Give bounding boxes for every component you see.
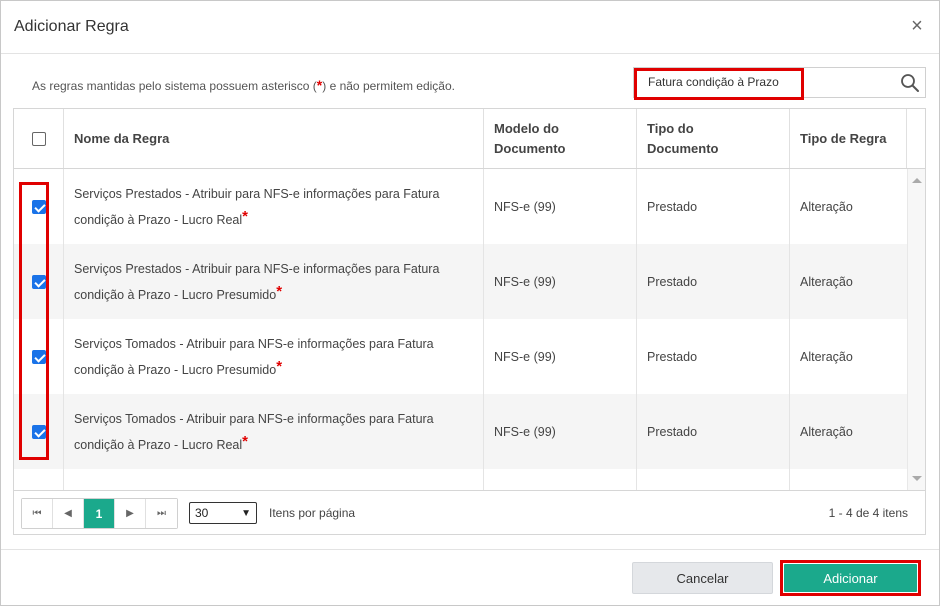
filler-cell — [484, 469, 637, 490]
add-button[interactable]: Adicionar — [784, 564, 917, 592]
footer-divider — [1, 549, 939, 550]
prev-page-icon[interactable]: ◀ — [53, 499, 84, 528]
item-count: 1 - 4 de 4 itens — [828, 506, 908, 520]
rule-name-line2: condição à Prazo - Lucro Real — [74, 212, 243, 227]
table-row[interactable]: Serviços Prestados - Atribuir para NFS-e… — [14, 169, 907, 244]
system-rule-asterisk: * — [276, 357, 283, 375]
add-rule-dialog: Adicionar Regra × As regras mantidas pel… — [0, 0, 940, 606]
system-rule-asterisk: * — [242, 207, 248, 225]
rule-name-line2: condição à Prazo - Lucro Real — [74, 437, 243, 452]
rule-name-line1: Serviços Tomados - Atribuir para NFS-e i… — [74, 411, 434, 426]
row-checkbox-cell — [14, 244, 64, 319]
rule-name-cell: Serviços Prestados - Atribuir para NFS-e… — [64, 244, 484, 319]
row-checkbox[interactable] — [31, 199, 46, 214]
rule-name-line2: condição à Prazo - Lucro Presumido — [74, 287, 277, 302]
info-text-before: As regras mantidas pelo sistema possuem … — [32, 79, 317, 93]
rule-name-line1: Serviços Prestados - Atribuir para NFS-e… — [74, 261, 440, 276]
doc-type-cell: Prestado — [637, 169, 790, 244]
rule-name-line1: Serviços Tomados - Atribuir para NFS-e i… — [74, 336, 434, 351]
model-cell: NFS-e (99) — [484, 169, 637, 244]
rule-name-cell: Serviços Tomados - Atribuir para NFS-e i… — [64, 394, 484, 469]
dialog-header: Adicionar Regra × — [1, 1, 939, 54]
doc-type-cell: Prestado — [637, 394, 790, 469]
cancel-button[interactable]: Cancelar — [632, 562, 773, 594]
chevron-down-icon: ▼ — [241, 508, 251, 519]
column-header-model-line2: Documento — [494, 140, 566, 156]
table-row[interactable]: Serviços Prestados - Atribuir para NFS-e… — [14, 244, 907, 319]
column-header-doc-type-line2: Documento — [647, 140, 719, 156]
model-cell: NFS-e (99) — [484, 319, 637, 394]
rule-type-cell: Alteração — [800, 199, 853, 214]
search-box — [633, 67, 926, 98]
empty-row-filler — [14, 469, 907, 490]
vertical-scrollbar[interactable] — [907, 169, 925, 490]
row-checkbox-cell — [14, 394, 64, 469]
table-row[interactable]: Serviços Tomados - Atribuir para NFS-e i… — [14, 319, 907, 394]
page-size-select[interactable]: 30 ▼ — [189, 502, 257, 524]
scroll-down-icon[interactable] — [912, 476, 922, 481]
column-header-name[interactable]: Nome da Regra — [64, 109, 484, 168]
pager: ⏮ ◀ 1 ▶ ⏭ 30 ▼ Itens por página 1 - 4 de… — [13, 491, 926, 535]
close-icon[interactable]: × — [907, 15, 927, 37]
rule-type-cell: Alteração — [800, 349, 853, 364]
scroll-up-icon[interactable] — [912, 178, 922, 183]
info-text: As regras mantidas pelo sistema possuem … — [32, 77, 455, 93]
select-all-checkbox[interactable] — [31, 131, 46, 146]
rules-grid: Nome da Regra Modelo do Documento Tipo do… — [13, 108, 926, 491]
last-page-icon[interactable]: ⏭ — [146, 499, 177, 528]
doc-type-cell: Prestado — [637, 319, 790, 394]
rule-name-cell: Serviços Prestados - Atribuir para NFS-e… — [64, 169, 484, 244]
row-checkbox-cell — [14, 319, 64, 394]
select-all-cell — [14, 109, 64, 168]
next-page-icon[interactable]: ▶ — [115, 499, 146, 528]
header-scroll-gap — [907, 109, 925, 168]
rule-name-cell: Serviços Tomados - Atribuir para NFS-e i… — [64, 319, 484, 394]
column-header-doc-type-line1: Tipo do — [647, 120, 694, 136]
column-header-rule-type[interactable]: Tipo de Regra — [790, 109, 907, 168]
grid-header: Nome da Regra Modelo do Documento Tipo do… — [14, 109, 925, 169]
doc-type-cell: Prestado — [637, 244, 790, 319]
table-row[interactable]: Serviços Tomados - Atribuir para NFS-e i… — [14, 394, 907, 469]
model-cell: NFS-e (99) — [484, 244, 637, 319]
info-text-after: ) e não permitem edição. — [322, 79, 455, 93]
row-checkbox-cell — [14, 169, 64, 244]
column-header-model[interactable]: Modelo do Documento — [484, 109, 637, 168]
column-header-model-line1: Modelo do — [494, 120, 559, 136]
first-page-icon[interactable]: ⏮ — [22, 499, 53, 528]
page-size-label: Itens por página — [269, 506, 356, 520]
filler-cell — [637, 469, 790, 490]
row-checkbox[interactable] — [31, 424, 46, 439]
row-checkbox[interactable] — [31, 274, 46, 289]
rule-name-line1: Serviços Prestados - Atribuir para NFS-e… — [74, 186, 440, 201]
system-rule-asterisk: * — [242, 432, 248, 450]
search-icon[interactable] — [899, 72, 921, 94]
page-size-value: 30 — [195, 506, 209, 520]
pager-buttons: ⏮ ◀ 1 ▶ ⏭ — [21, 498, 178, 529]
rule-type-cell: Alteração — [800, 424, 853, 439]
rule-type-cell: Alteração — [800, 274, 853, 289]
column-header-doc-type[interactable]: Tipo do Documento — [637, 109, 790, 168]
filler-cell — [14, 469, 64, 490]
dialog-title: Adicionar Regra — [14, 18, 129, 35]
page-number-button[interactable]: 1 — [84, 499, 115, 528]
search-input[interactable] — [648, 75, 888, 89]
system-rule-asterisk: * — [276, 282, 283, 300]
rule-name-line2: condição à Prazo - Lucro Presumido — [74, 362, 277, 377]
filler-cell — [64, 469, 484, 490]
model-cell: NFS-e (99) — [484, 394, 637, 469]
row-checkbox[interactable] — [31, 349, 46, 364]
